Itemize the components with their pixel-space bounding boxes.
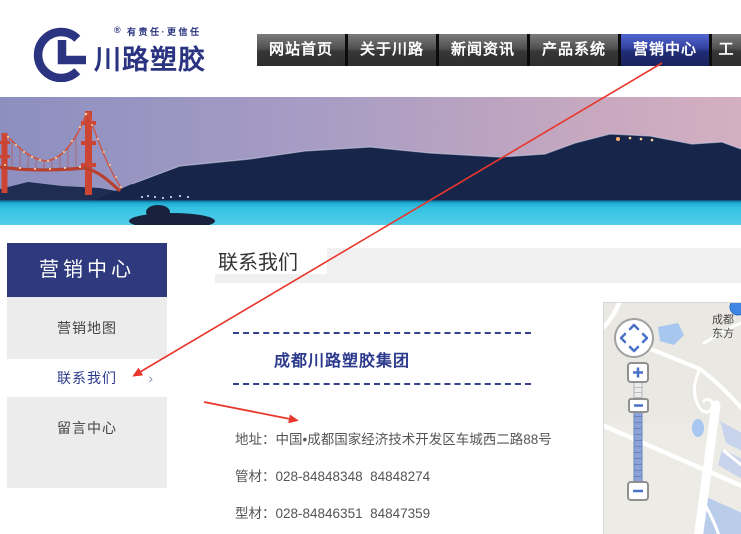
chevron-right-icon: › [148, 359, 154, 397]
page: ® 有责任·更信任 川路塑胶 网站首页 关于川路 新闻资讯 产品系统 营销中心 … [0, 0, 741, 534]
sidebar-item-marketing-map[interactable]: 营销地图 [7, 297, 167, 359]
map-widget[interactable]: 成都 东方 [603, 302, 741, 534]
page-title: 联系我们 [215, 243, 327, 275]
zoom-in-button[interactable] [628, 363, 648, 382]
annotation-arrow-2 [204, 402, 290, 419]
page-title-bar: 联系我们 [215, 248, 741, 283]
nav-item-about[interactable]: 关于川路 [348, 34, 436, 66]
dashed-divider-bottom [233, 383, 531, 385]
hero-banner [0, 97, 741, 225]
zoom-slider-handle[interactable] [629, 399, 648, 412]
site-logo[interactable]: ® 有责任·更信任 川路塑胶 [30, 14, 220, 84]
nav-item-news[interactable]: 新闻资讯 [439, 34, 527, 66]
golden-gate-banner-image [0, 97, 741, 225]
cl-monogram-icon [30, 18, 92, 82]
contact-phone-pipes: 管材：028-84848348 84848274 [235, 465, 430, 485]
sidebar: 营销中心 营销地图 联系我们 › 留言中心 [7, 243, 167, 488]
sidebar-title: 营销中心 [7, 243, 167, 297]
nav-item-marketing[interactable]: 营销中心 [621, 34, 709, 66]
sidebar-item-label: 联系我们 [57, 370, 117, 386]
zoom-out-button[interactable] [628, 482, 648, 500]
brand-tagline: 有责任·更信任 [127, 25, 202, 38]
brand-name: 川路塑胶 [94, 38, 206, 77]
contact-address: 地址：中国•成都国家经济技术开发区车城西二路88号 [235, 428, 552, 448]
sidebar-item-contact-us[interactable]: 联系我们 › [7, 359, 167, 397]
nav-item-partial[interactable]: 工 [712, 34, 741, 66]
contact-phone-profiles: 型材：028-84846351 84847359 [235, 502, 430, 522]
sidebar-menu: 营销地图 联系我们 › 留言中心 [7, 297, 167, 488]
zoom-slider-track-upper[interactable] [634, 382, 642, 399]
nav-item-products[interactable]: 产品系统 [530, 34, 618, 66]
dashed-divider-top [233, 332, 531, 334]
pan-compass-icon[interactable] [615, 319, 653, 357]
map-label: 东方 [712, 325, 734, 341]
zoom-slider-track-lower[interactable] [634, 412, 642, 482]
company-name: 成都川路塑胶集团 [274, 347, 410, 371]
registered-mark: ® [114, 25, 121, 35]
nav-item-home[interactable]: 网站首页 [257, 34, 345, 66]
main-nav: 网站首页 关于川路 新闻资讯 产品系统 营销中心 工 [257, 34, 741, 66]
page-title-tab: 联系我们 [215, 243, 327, 274]
sidebar-item-message-center[interactable]: 留言中心 [7, 397, 167, 459]
